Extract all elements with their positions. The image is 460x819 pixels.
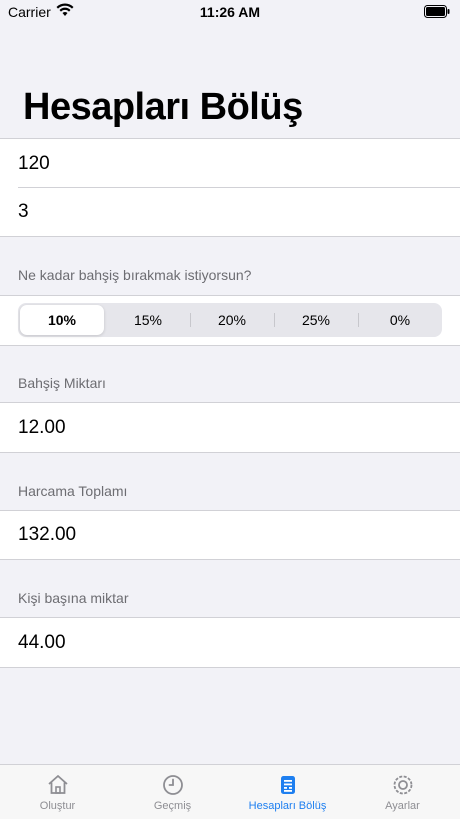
tab-split-label: Hesapları Bölüş: [248, 800, 327, 812]
total-cell: 132.00: [0, 510, 460, 560]
status-time: 11:26 AM: [199, 4, 261, 20]
tab-create[interactable]: Oluştur: [0, 765, 115, 819]
receipt-icon: [280, 776, 295, 794]
amount-field[interactable]: 120: [0, 138, 460, 188]
tip-option-25[interactable]: 25%: [274, 305, 358, 335]
page-title: Hesapları Bölüş: [23, 86, 303, 128]
per-person-value: 44.00: [18, 631, 66, 653]
tip-option-10[interactable]: 10%: [20, 305, 104, 335]
status-bar: Carrier 11:26 AM: [0, 0, 460, 24]
tab-bar: Oluştur Geçmiş Hesapları Bölüş Ayarlar: [0, 764, 460, 819]
house-icon: [47, 775, 68, 794]
total-value: 132.00: [18, 524, 77, 545]
tab-split[interactable]: Hesapları Bölüş: [230, 765, 345, 819]
amount-value: 120: [18, 152, 50, 174]
per-person-label: Kişi başına miktar: [18, 590, 129, 606]
tip-option-15[interactable]: 15%: [106, 305, 190, 335]
clock-icon: [162, 775, 183, 795]
tab-settings[interactable]: Ayarlar: [345, 765, 460, 819]
tip-amount-value: 12.00: [18, 416, 66, 438]
people-value: 3: [18, 201, 29, 222]
tip-amount-label: Bahşiş Miktarı: [18, 375, 106, 391]
tab-history[interactable]: Geçmiş: [115, 765, 230, 819]
people-field[interactable]: 3: [0, 188, 460, 237]
tip-question-label: Ne kadar bahşiş bırakmak istiyorsun?: [18, 267, 252, 283]
tab-history-label: Geçmiş: [153, 800, 192, 812]
per-person-cell: 44.00: [0, 617, 460, 668]
battery-icon: [424, 5, 450, 21]
tip-segmented-control[interactable]: 10% 15% 20% 25% 0%: [18, 303, 442, 337]
gear-icon: [393, 775, 412, 795]
tip-option-0[interactable]: 0%: [358, 305, 442, 335]
tab-settings-label: Ayarlar: [385, 800, 420, 812]
tip-amount-cell: 12.00: [0, 402, 460, 453]
tab-create-label: Oluştur: [39, 800, 76, 812]
tip-option-20[interactable]: 20%: [190, 305, 274, 335]
total-label: Harcama Toplamı: [18, 483, 128, 499]
